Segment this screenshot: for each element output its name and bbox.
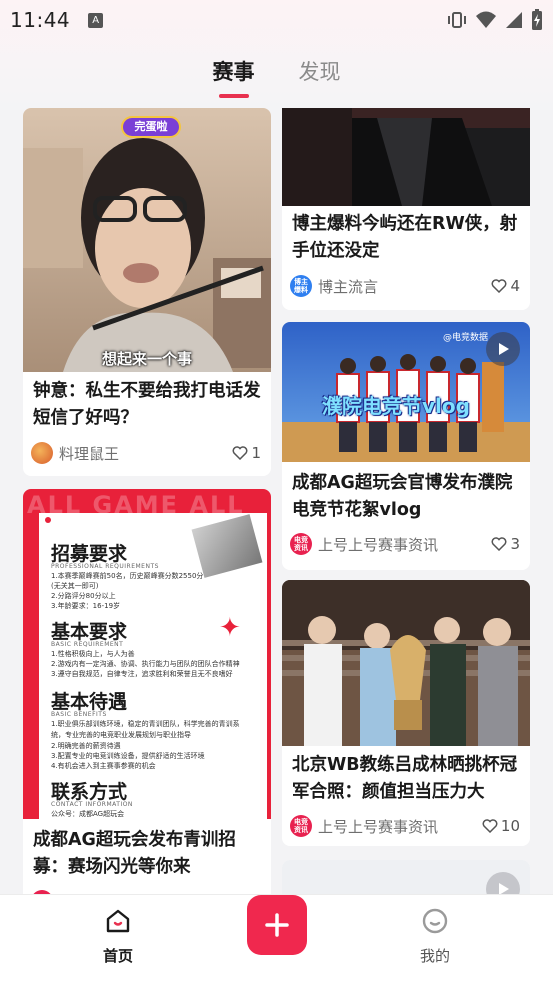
- top-tabs: 赛事 发现: [0, 56, 553, 98]
- image-caption: 濮院电竞节vlog: [322, 394, 470, 418]
- like-button[interactable]: 3: [491, 535, 520, 553]
- heart-icon: [491, 279, 507, 293]
- author-name[interactable]: 料理鼠王: [59, 443, 232, 464]
- poster-line: 4.有机会进入到主赛事参赛的机会: [51, 762, 156, 770]
- play-icon: [499, 343, 509, 355]
- avatar[interactable]: 电竞 资讯: [290, 815, 312, 837]
- card-meta: 电竞 资讯 上号上号赛事资讯 10: [290, 814, 520, 838]
- feed-card-wb-coach[interactable]: 北京WB教练吕成林晒挑杯冠军合照：颜值担当压力大 电竞 资讯 上号上号赛事资讯 1…: [282, 580, 530, 846]
- poster-sub-2: BASIC REQUIREMENT: [51, 641, 124, 648]
- like-count: 4: [510, 277, 520, 295]
- feed[interactable]: 完蛋啦 想起来一个事 钟意：私生不要给我打电话发短信了好吗？ 料理鼠王 1 博主…: [0, 108, 553, 894]
- wifi-icon: [476, 11, 496, 28]
- heart-icon: [232, 446, 248, 460]
- card-title[interactable]: 钟意：私生不要给我打电话发短信了好吗？: [33, 378, 261, 432]
- author-name[interactable]: 博主流言: [318, 276, 491, 297]
- card-title[interactable]: 博主爆料今屿还在RW侠，射手位还没定: [292, 211, 520, 265]
- like-count: 1: [251, 444, 261, 462]
- card-meta: 料理鼠王 1: [31, 441, 261, 465]
- card-title[interactable]: 成都AG超玩会发布青训招募：赛场闪光等你来: [33, 827, 261, 881]
- poster-line: 3.遵守自我规范，自律专注，追求胜利和荣誉且无不良嗜好: [51, 670, 233, 678]
- poster-heading-2: 基本要求: [51, 621, 128, 643]
- card-image: @电竞数据 濮院电竞节vlog: [282, 322, 530, 462]
- poster-heading-3: 基本待遇: [51, 691, 128, 713]
- play-button[interactable]: [486, 332, 520, 366]
- card-meta: 博主 爆料 博主流言 4: [290, 274, 520, 298]
- tab-events[interactable]: 赛事: [213, 56, 255, 98]
- poster-line: 3.年龄要求：16-19岁: [51, 602, 121, 610]
- poster-line: 公众号：成都AG超玩会: [51, 810, 125, 818]
- card-meta: 电竞 资讯 上号上号赛事资讯 3: [290, 532, 520, 556]
- like-count: 10: [500, 817, 520, 835]
- profile-icon: [422, 908, 448, 934]
- feed-card-rw[interactable]: 博主爆料今屿还在RW侠，射手位还没定 博主 爆料 博主流言 4: [282, 108, 530, 310]
- card-image: [282, 108, 530, 206]
- author-name[interactable]: 上号上号赛事资讯: [318, 534, 491, 555]
- like-button[interactable]: 4: [491, 277, 520, 295]
- notification-a-icon: A: [88, 12, 104, 28]
- nav-mine-label: 我的: [419, 947, 450, 965]
- nav-mine[interactable]: 我的: [395, 907, 475, 966]
- signal-icon: [506, 12, 522, 28]
- status-icons: [447, 9, 543, 31]
- watermark-text: @电竞数据: [442, 333, 488, 343]
- card-image: ALL GAME ALL ✦ 招募要求 PROFESSIONAL REQUIRE…: [23, 489, 271, 819]
- poster-sub-1: PROFESSIONAL REQUIREMENTS: [51, 563, 159, 570]
- play-icon: [499, 883, 509, 894]
- like-button[interactable]: 10: [482, 817, 520, 835]
- poster-heading-4: 联系方式: [51, 781, 128, 803]
- avatar[interactable]: 电竞 资讯: [290, 533, 312, 555]
- bottom-nav: 首页 我的: [0, 894, 553, 983]
- home-icon: [106, 909, 130, 933]
- image-caption: 想起来一个事: [101, 350, 192, 368]
- poster-line: 1.职业俱乐部训练环境，稳定的青训团队，科学完善的青训系统，专业完善的电竞职业发…: [51, 720, 240, 739]
- author-name[interactable]: 上号上号赛事资讯: [318, 816, 482, 837]
- vibrate-icon: [448, 12, 466, 28]
- avatar[interactable]: 博主 爆料: [290, 275, 312, 297]
- like-button[interactable]: 1: [232, 444, 261, 462]
- nav-home[interactable]: 首页: [78, 907, 158, 966]
- heart-icon: [491, 537, 507, 551]
- feed-card-zhongyi[interactable]: 完蛋啦 想起来一个事 钟意：私生不要给我打电话发短信了好吗？ 料理鼠王 1: [23, 108, 271, 476]
- poster-sub-3: BASIC BENEFITS: [51, 711, 107, 718]
- card-title[interactable]: 北京WB教练吕成林晒挑杯冠军合照：颜值担当压力大: [292, 752, 520, 806]
- poster-sub-4: CONTACT INFORMATION: [51, 801, 133, 808]
- card-image: 完蛋啦 想起来一个事: [23, 108, 271, 372]
- avatar[interactable]: [31, 442, 53, 464]
- badge-sticker: 完蛋啦: [121, 116, 181, 138]
- poster-heading-1: 招募要求: [51, 543, 128, 565]
- status-time: 11:44: [10, 8, 71, 32]
- nav-home-label: 首页: [102, 947, 133, 965]
- feed-card-next[interactable]: [282, 860, 530, 894]
- plus-icon: [265, 913, 289, 937]
- add-post-button[interactable]: [247, 895, 307, 955]
- battery-icon: [532, 9, 542, 30]
- like-count: 3: [510, 535, 520, 553]
- card-image: [282, 580, 530, 746]
- status-bar: 11:44 A: [0, 0, 553, 40]
- sparkle-icon: ✦: [219, 613, 241, 643]
- feed-card-ag-recruit[interactable]: ALL GAME ALL ✦ 招募要求 PROFESSIONAL REQUIRE…: [23, 489, 271, 894]
- card-title[interactable]: 成都AG超玩会官博发布濮院电竞节花絮vlog: [292, 470, 520, 524]
- heart-icon: [482, 819, 498, 833]
- feed-card-ag-vlog[interactable]: @电竞数据 濮院电竞节vlog 成都AG超玩会官博发布濮院电竞节花絮vlog 电…: [282, 322, 530, 570]
- tab-discover[interactable]: 发现: [299, 56, 341, 98]
